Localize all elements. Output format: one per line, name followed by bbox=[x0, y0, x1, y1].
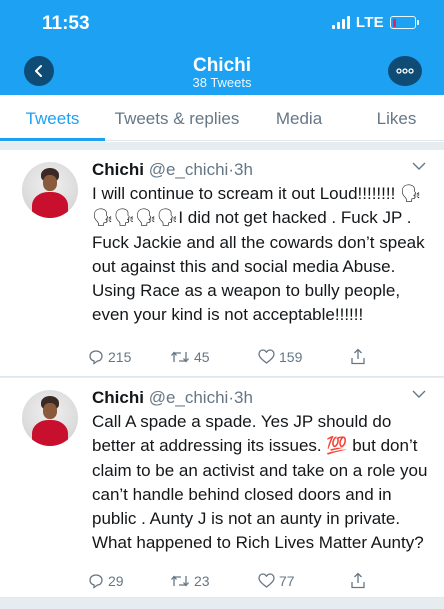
reply-count: 215 bbox=[108, 348, 132, 365]
network-label: LTE bbox=[355, 14, 384, 31]
like-count: 159 bbox=[279, 348, 303, 365]
more-button[interactable] bbox=[388, 56, 422, 86]
battery-icon bbox=[390, 16, 419, 29]
share-icon bbox=[351, 348, 365, 365]
tweet-count: 38 Tweets bbox=[192, 75, 252, 90]
share-icon bbox=[351, 572, 365, 589]
like-icon bbox=[258, 573, 275, 588]
tweet-header: Chichi @e_chichi·3h bbox=[92, 388, 253, 408]
tweet-author-name[interactable]: Chichi bbox=[92, 160, 144, 179]
tweet-header: Chichi @e_chichi·3h bbox=[92, 160, 253, 180]
section-gap bbox=[0, 142, 444, 150]
avatar[interactable] bbox=[22, 390, 78, 446]
tab-likes[interactable]: Likes bbox=[349, 95, 444, 140]
tweet-text: Call A spade a spade. Yes JP should do b… bbox=[92, 412, 428, 553]
reply-button[interactable]: 29 bbox=[88, 573, 170, 589]
status-time: 11:53 bbox=[42, 13, 90, 34]
profile-name: Chichi bbox=[192, 55, 252, 76]
tweet-author-name[interactable]: Chichi bbox=[92, 388, 144, 407]
signal-icon bbox=[331, 16, 350, 29]
tweet-card[interactable]: Chichi @e_chichi·3h I will continue to s… bbox=[0, 150, 444, 377]
like-icon bbox=[258, 349, 275, 364]
retweet-button[interactable]: 45 bbox=[170, 349, 258, 365]
retweet-icon bbox=[171, 574, 189, 587]
share-button[interactable] bbox=[350, 572, 366, 589]
reply-count: 29 bbox=[108, 572, 124, 589]
retweet-button[interactable]: 23 bbox=[170, 573, 258, 589]
like-count: 77 bbox=[279, 572, 295, 589]
retweet-count: 45 bbox=[194, 348, 210, 365]
tweet-handle: @e_chichi bbox=[148, 160, 229, 179]
tab-tweets-replies[interactable]: Tweets & replies bbox=[105, 95, 249, 140]
reply-button[interactable]: 215 bbox=[88, 349, 170, 365]
tweet-actions: 29 23 77 bbox=[88, 572, 366, 589]
tweet-card[interactable]: Chichi @e_chichi·3h Call A spade a spade… bbox=[0, 378, 444, 598]
like-button[interactable]: 77 bbox=[258, 573, 350, 589]
tab-tweets[interactable]: Tweets bbox=[0, 95, 105, 141]
share-button[interactable] bbox=[350, 348, 366, 365]
retweet-icon bbox=[171, 350, 189, 363]
like-button[interactable]: 159 bbox=[258, 349, 350, 365]
more-dots-icon bbox=[396, 68, 414, 74]
status-indicators: LTE bbox=[331, 14, 419, 31]
section-gap bbox=[0, 598, 444, 609]
avatar[interactable] bbox=[22, 162, 78, 218]
reply-icon bbox=[89, 573, 103, 589]
tab-media[interactable]: Media bbox=[249, 95, 349, 140]
tweet-time: 3h bbox=[234, 160, 253, 179]
tweet-time: 3h bbox=[234, 388, 253, 407]
tweet-actions: 215 45 159 bbox=[88, 348, 366, 365]
profile-tabs: Tweets Tweets & replies Media Likes bbox=[0, 95, 444, 141]
profile-header: 11:53 LTE Chichi 38 Tweets bbox=[0, 0, 444, 95]
tweet-handle: @e_chichi bbox=[148, 388, 229, 407]
reply-icon bbox=[89, 349, 103, 365]
caret-down-icon[interactable] bbox=[412, 390, 426, 398]
tweet-text: I will continue to scream it out Loud!!!… bbox=[92, 184, 425, 325]
caret-down-icon[interactable] bbox=[412, 162, 426, 170]
retweet-count: 23 bbox=[194, 572, 210, 589]
